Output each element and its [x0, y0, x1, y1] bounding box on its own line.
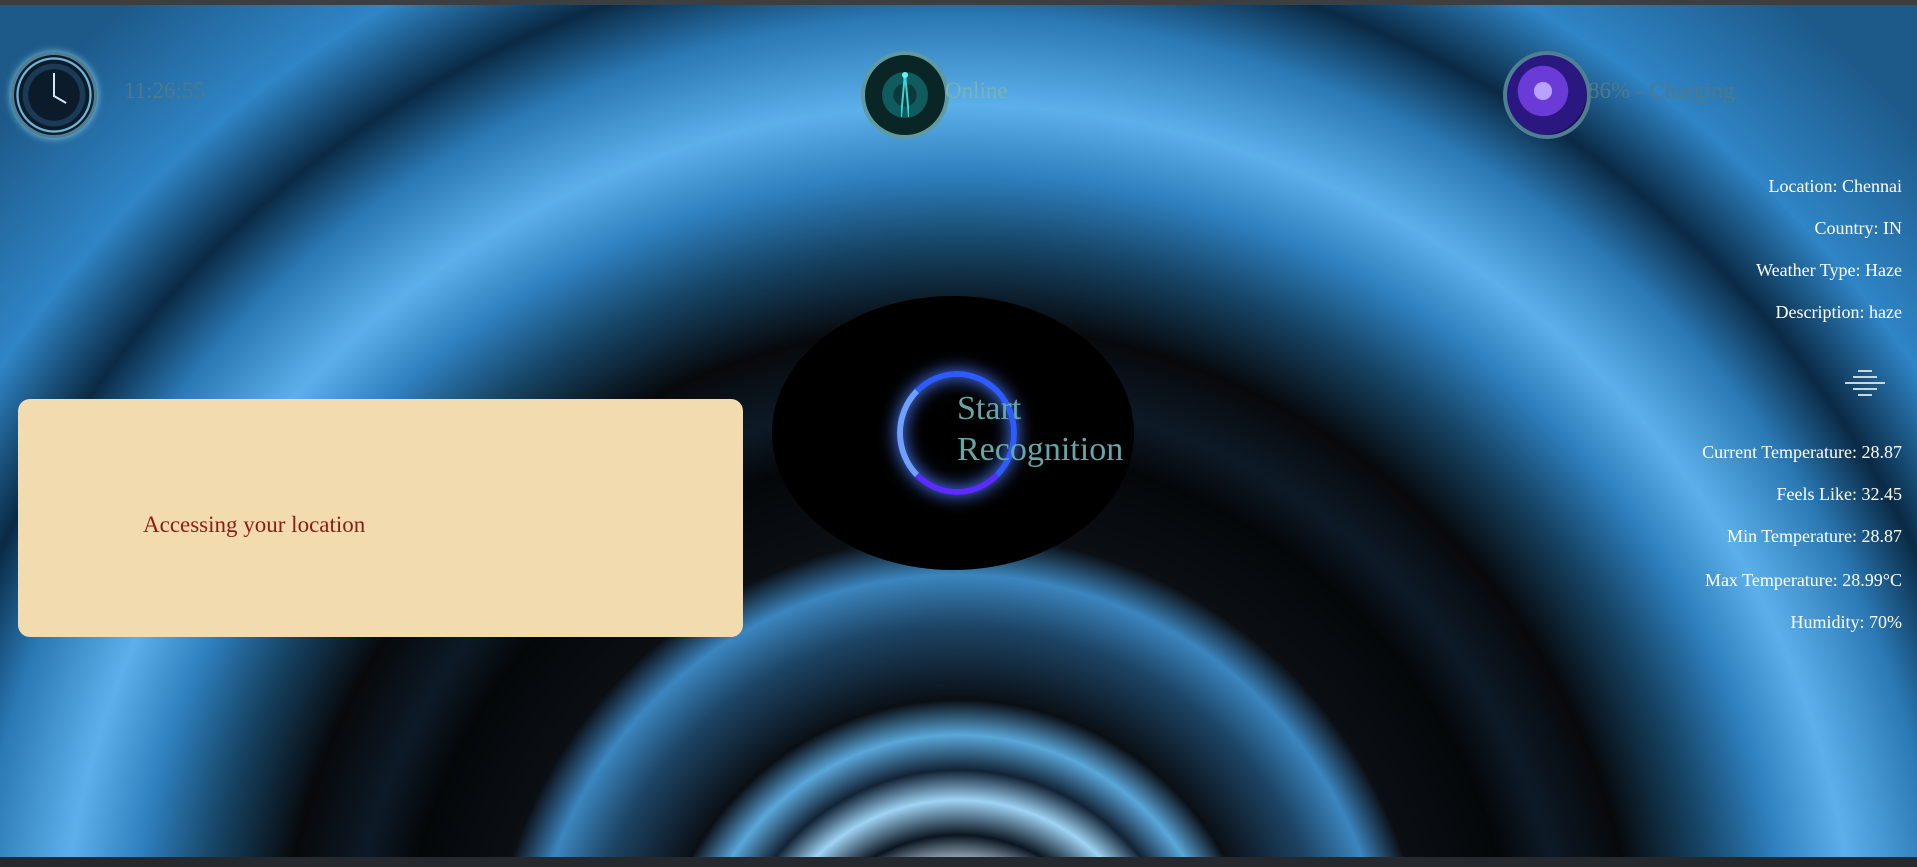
start-label-line1: Start [957, 390, 1022, 427]
min-temperature: Min Temperature: 28.87 [1727, 526, 1902, 546]
clock-hand-minute [53, 95, 67, 104]
clock-icon [11, 52, 97, 138]
tower-icon [901, 72, 909, 117]
antenna-icon [861, 51, 949, 139]
menu-icon[interactable] [1845, 366, 1885, 396]
clock-time: 11:26:55 [124, 78, 205, 103]
weather-type: Weather Type: Haze [1756, 260, 1902, 280]
weather-country: Country: IN [1814, 218, 1903, 238]
humidity: Humidity: 70% [1790, 612, 1903, 632]
start-recognition-button[interactable]: Start Recognition [772, 296, 1134, 570]
weather-description: Description: haze [1775, 302, 1902, 322]
location-message: Accessing your location [143, 512, 366, 537]
window-bottom-border [0, 857, 1917, 867]
network-status: Online [945, 78, 1008, 103]
start-label-line2: Recognition [957, 431, 1124, 468]
clock-hand [53, 73, 55, 97]
current-temperature: Current Temperature: 28.87 [1702, 442, 1902, 462]
max-temperature: Max Temperature: 28.99°C [1704, 570, 1902, 590]
feels-like: Feels Like: 32.45 [1776, 484, 1902, 504]
battery-icon [1503, 51, 1591, 139]
start-recognition-label[interactable]: Start Recognition [957, 388, 1123, 470]
battery-status: 86% - Charging [1588, 78, 1735, 103]
location-panel: Accessing your location [18, 399, 743, 637]
weather-location: Location: Chennai [1768, 176, 1902, 196]
